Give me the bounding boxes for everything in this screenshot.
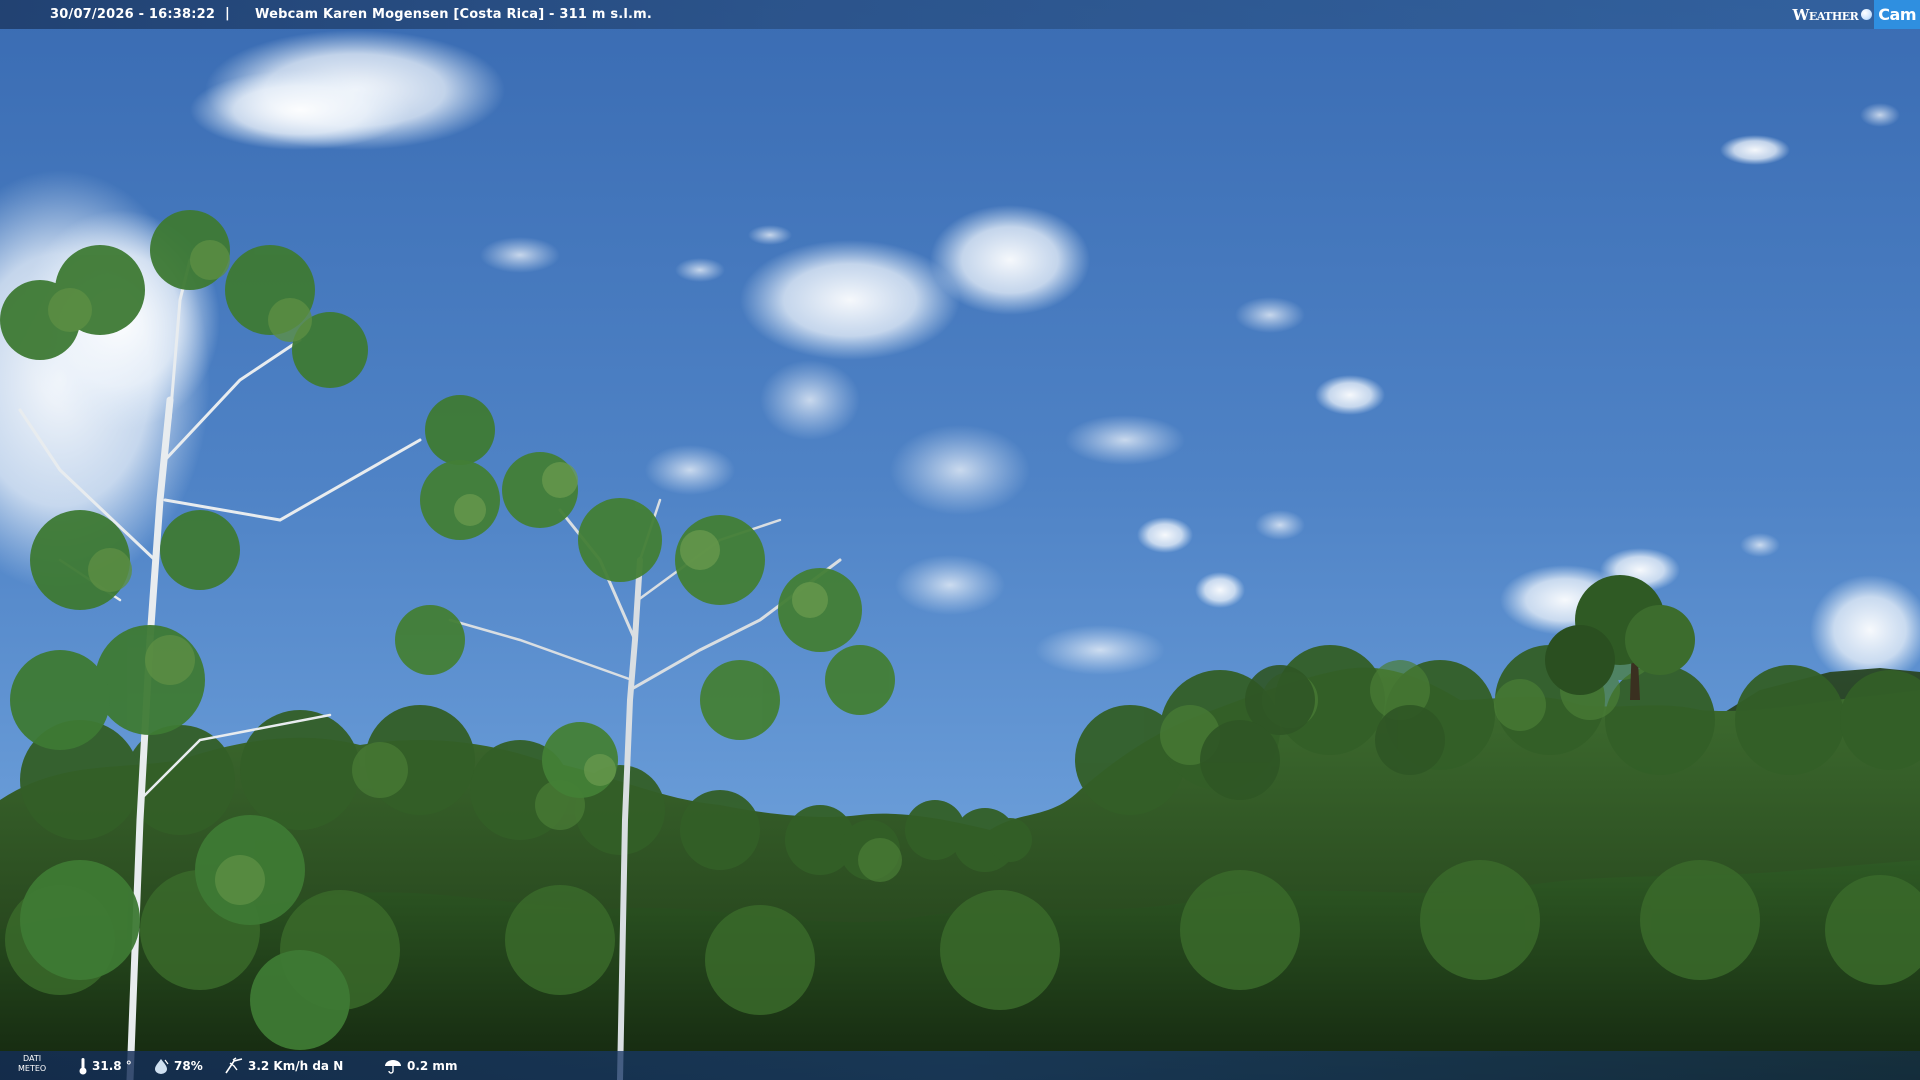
weather-data-label: DATI METEO <box>18 1054 46 1074</box>
thermometer-icon <box>79 1057 87 1074</box>
wind-icon <box>225 1056 243 1073</box>
weather-data-bar: DATI METEO 31.8 ° 78% 3.2 Km/h da N 0.2 … <box>0 1051 1920 1080</box>
rain-reading: 0.2 mm <box>383 1051 457 1080</box>
label-line-2: METEO <box>18 1064 47 1073</box>
logo-cam-text: Cam <box>1874 0 1920 29</box>
webcam-view: 30/07/2026 - 16:38:22 | Webcam Karen Mog… <box>0 0 1920 1080</box>
humidity-icon <box>155 1058 169 1074</box>
humidity-value: 78% <box>174 1058 203 1073</box>
label-line-1: DATI <box>23 1054 42 1063</box>
wind-value: 3.2 Km/h da N <box>248 1058 344 1073</box>
wind-reading: 3.2 Km/h da N <box>224 1051 343 1080</box>
webcam-image <box>0 0 1920 1080</box>
logo-globe-icon <box>1861 9 1873 20</box>
temperature-value: 31.8 ° <box>92 1058 132 1073</box>
separator: | <box>225 6 230 21</box>
temperature-reading: 31.8 ° <box>78 1051 132 1080</box>
timestamp: 30/07/2026 - 16:38:22 <box>50 7 216 22</box>
humidity-reading: 78% <box>152 1051 203 1080</box>
rain-icon <box>385 1059 401 1074</box>
camera-title: Webcam Karen Mogensen [Costa Rica] - 311… <box>255 7 653 22</box>
rain-value: 0.2 mm <box>407 1058 458 1073</box>
weathercam-logo: Weather Cam <box>1793 0 1920 29</box>
info-bar: 30/07/2026 - 16:38:22 | Webcam Karen Mog… <box>0 0 1920 29</box>
logo-weather-text: Weather <box>1792 5 1859 24</box>
